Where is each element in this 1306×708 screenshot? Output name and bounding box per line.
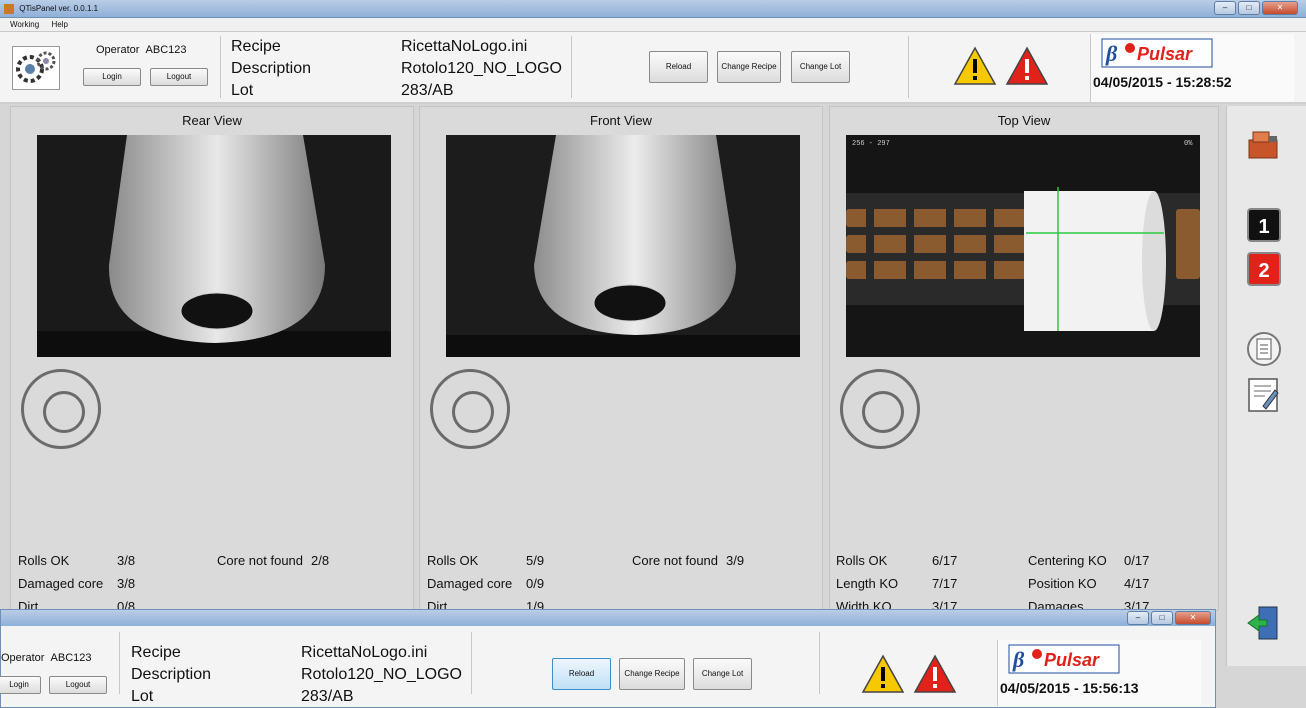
description-value: Rotolo120_NO_LOGO: [401, 60, 562, 77]
stat-value: 0/9: [526, 576, 545, 591]
divider: [471, 632, 472, 694]
svg-text:256 - 297: 256 - 297: [852, 140, 890, 148]
pulsar-logo: β Pulsar: [1101, 38, 1213, 68]
operator-name: ABC123: [145, 44, 187, 56]
stat-value: 6/17: [932, 553, 958, 568]
menu-help[interactable]: Help: [51, 20, 67, 29]
stat-label: Centering KO: [1028, 553, 1107, 568]
svg-text:Pulsar: Pulsar: [1137, 44, 1193, 64]
top-camera-image: 256 - 297 0%: [846, 135, 1200, 357]
divider: [908, 36, 909, 98]
alarm-icon[interactable]: [913, 654, 957, 694]
stat-value: 3/9: [726, 553, 745, 568]
operator-label: Operator ABC123: [96, 44, 187, 56]
recipe-values: RicettaNoLogo.ini Rotolo120_NO_LOGO 283/…: [401, 36, 562, 102]
datetime: 04/05/2015 - 15:28:52: [1093, 74, 1232, 90]
divider: [220, 36, 221, 98]
brand-area: β Pulsar 04/05/2015 - 15:28:52: [1090, 34, 1294, 102]
rear-camera-image: [37, 135, 391, 357]
clipboard-icon[interactable]: [1245, 330, 1283, 368]
top-view-panel: Top View 256 - 297 0% Rolls OK 6/17 Cent…: [829, 106, 1219, 614]
stat-label: Rolls OK: [427, 553, 479, 568]
lot-value: 283/AB: [401, 82, 454, 99]
stat-label: Core not found: [632, 553, 719, 568]
reload-button[interactable]: Reload: [649, 51, 708, 83]
stat-label: Rolls OK: [18, 553, 70, 568]
recipe-values: RicettaNoLogo.ini Rotolo120_NO_LOGO 283/…: [301, 644, 462, 705]
second-window: – □ ✕ Operator ABC123 Login Logout Recip…: [0, 609, 1216, 708]
second-window-title-bar: – □ ✕: [1, 610, 1215, 626]
status-ring: [21, 369, 101, 449]
maximize-button[interactable]: □: [1238, 1, 1260, 15]
stat-label: Damaged core: [18, 576, 104, 591]
window-controls: – □ ✕: [1214, 1, 1298, 15]
stat-value: 3/8: [117, 553, 136, 568]
pulsar-logo: β Pulsar: [1008, 644, 1120, 674]
warning-icon[interactable]: [861, 654, 905, 694]
svg-text:β: β: [1105, 41, 1118, 66]
maximize-button[interactable]: □: [1151, 611, 1173, 625]
front-view-panel: Front View Rolls OK 5/9 Core not found 3…: [419, 106, 823, 614]
minimize-button[interactable]: –: [1214, 1, 1236, 15]
recipe-value: RicettaNoLogo.ini: [401, 38, 528, 55]
logout-button[interactable]: Logout: [150, 68, 208, 86]
divider: [119, 632, 120, 694]
recipe-labels: Recipe Description Lot: [231, 38, 312, 99]
status-ring: [840, 369, 920, 449]
front-camera-image: [446, 135, 800, 357]
stat-value: 7/17: [932, 576, 958, 591]
brand-area: β Pulsar 04/05/2015 - 15:56:13: [997, 640, 1201, 706]
exit-icon[interactable]: [1245, 604, 1283, 642]
divider: [571, 36, 572, 98]
close-button[interactable]: ✕: [1262, 1, 1298, 15]
stat-value: 4/17: [1124, 576, 1150, 591]
panel-title: Front View: [590, 113, 652, 128]
window-title: QTisPanel ver. 0.0.1.1: [19, 4, 99, 13]
close-button[interactable]: ✕: [1175, 611, 1211, 625]
warning-icon[interactable]: [953, 46, 997, 86]
stat-value: 5/9: [526, 553, 545, 568]
operator-label: Operator ABC123: [1, 652, 92, 664]
app-icon: [4, 3, 14, 14]
window-controls: – □ ✕: [1127, 611, 1211, 625]
svg-text:Pulsar: Pulsar: [1044, 650, 1100, 670]
alarm-icon[interactable]: [1005, 46, 1049, 86]
edit-report-icon[interactable]: [1245, 376, 1283, 414]
change-lot-button[interactable]: Change Lot: [693, 658, 752, 690]
camera-1-button[interactable]: 1: [1247, 208, 1281, 242]
change-recipe-button[interactable]: Change Recipe: [619, 658, 685, 690]
login-button[interactable]: Login: [83, 68, 141, 86]
right-sidebar: 1 2: [1226, 106, 1306, 666]
stat-value: 3/8: [117, 576, 136, 591]
status-ring: [430, 369, 510, 449]
menu-bar: Working Help: [0, 18, 1306, 32]
login-button[interactable]: Login: [0, 676, 41, 694]
stat-label: Core not found: [217, 553, 304, 568]
reload-button[interactable]: Reload: [552, 658, 611, 690]
recipe-labels: Recipe Description Lot: [131, 644, 212, 705]
svg-text:β: β: [1012, 647, 1025, 672]
menu-working[interactable]: Working: [10, 20, 39, 29]
title-bar: QTisPanel ver. 0.0.1.1 – □ ✕: [0, 0, 1306, 18]
change-recipe-button[interactable]: Change Recipe: [717, 51, 781, 83]
stat-label: Rolls OK: [836, 553, 888, 568]
logout-button[interactable]: Logout: [49, 676, 107, 694]
panel-title: Top View: [997, 113, 1051, 128]
camera-2-button[interactable]: 2: [1247, 252, 1281, 286]
gears-logo: [12, 46, 60, 90]
stat-label: Length KO: [836, 576, 899, 591]
svg-text:0%: 0%: [1184, 140, 1193, 148]
minimize-button[interactable]: –: [1127, 611, 1149, 625]
stat-label: Position KO: [1028, 576, 1097, 591]
stat-value: 2/8: [311, 553, 330, 568]
stat-label: Damaged core: [427, 576, 513, 591]
machine-icon[interactable]: [1245, 126, 1283, 164]
header: Operator ABC123 Login Logout Recipe Desc…: [0, 32, 1306, 104]
rear-view-panel: Rear View Rolls OK 3/8 Core not found 2/…: [10, 106, 414, 614]
panel-title: Rear View: [182, 113, 242, 128]
stat-value: 0/17: [1124, 553, 1150, 568]
datetime: 04/05/2015 - 15:56:13: [1000, 680, 1139, 696]
divider: [819, 632, 820, 694]
change-lot-button[interactable]: Change Lot: [791, 51, 850, 83]
